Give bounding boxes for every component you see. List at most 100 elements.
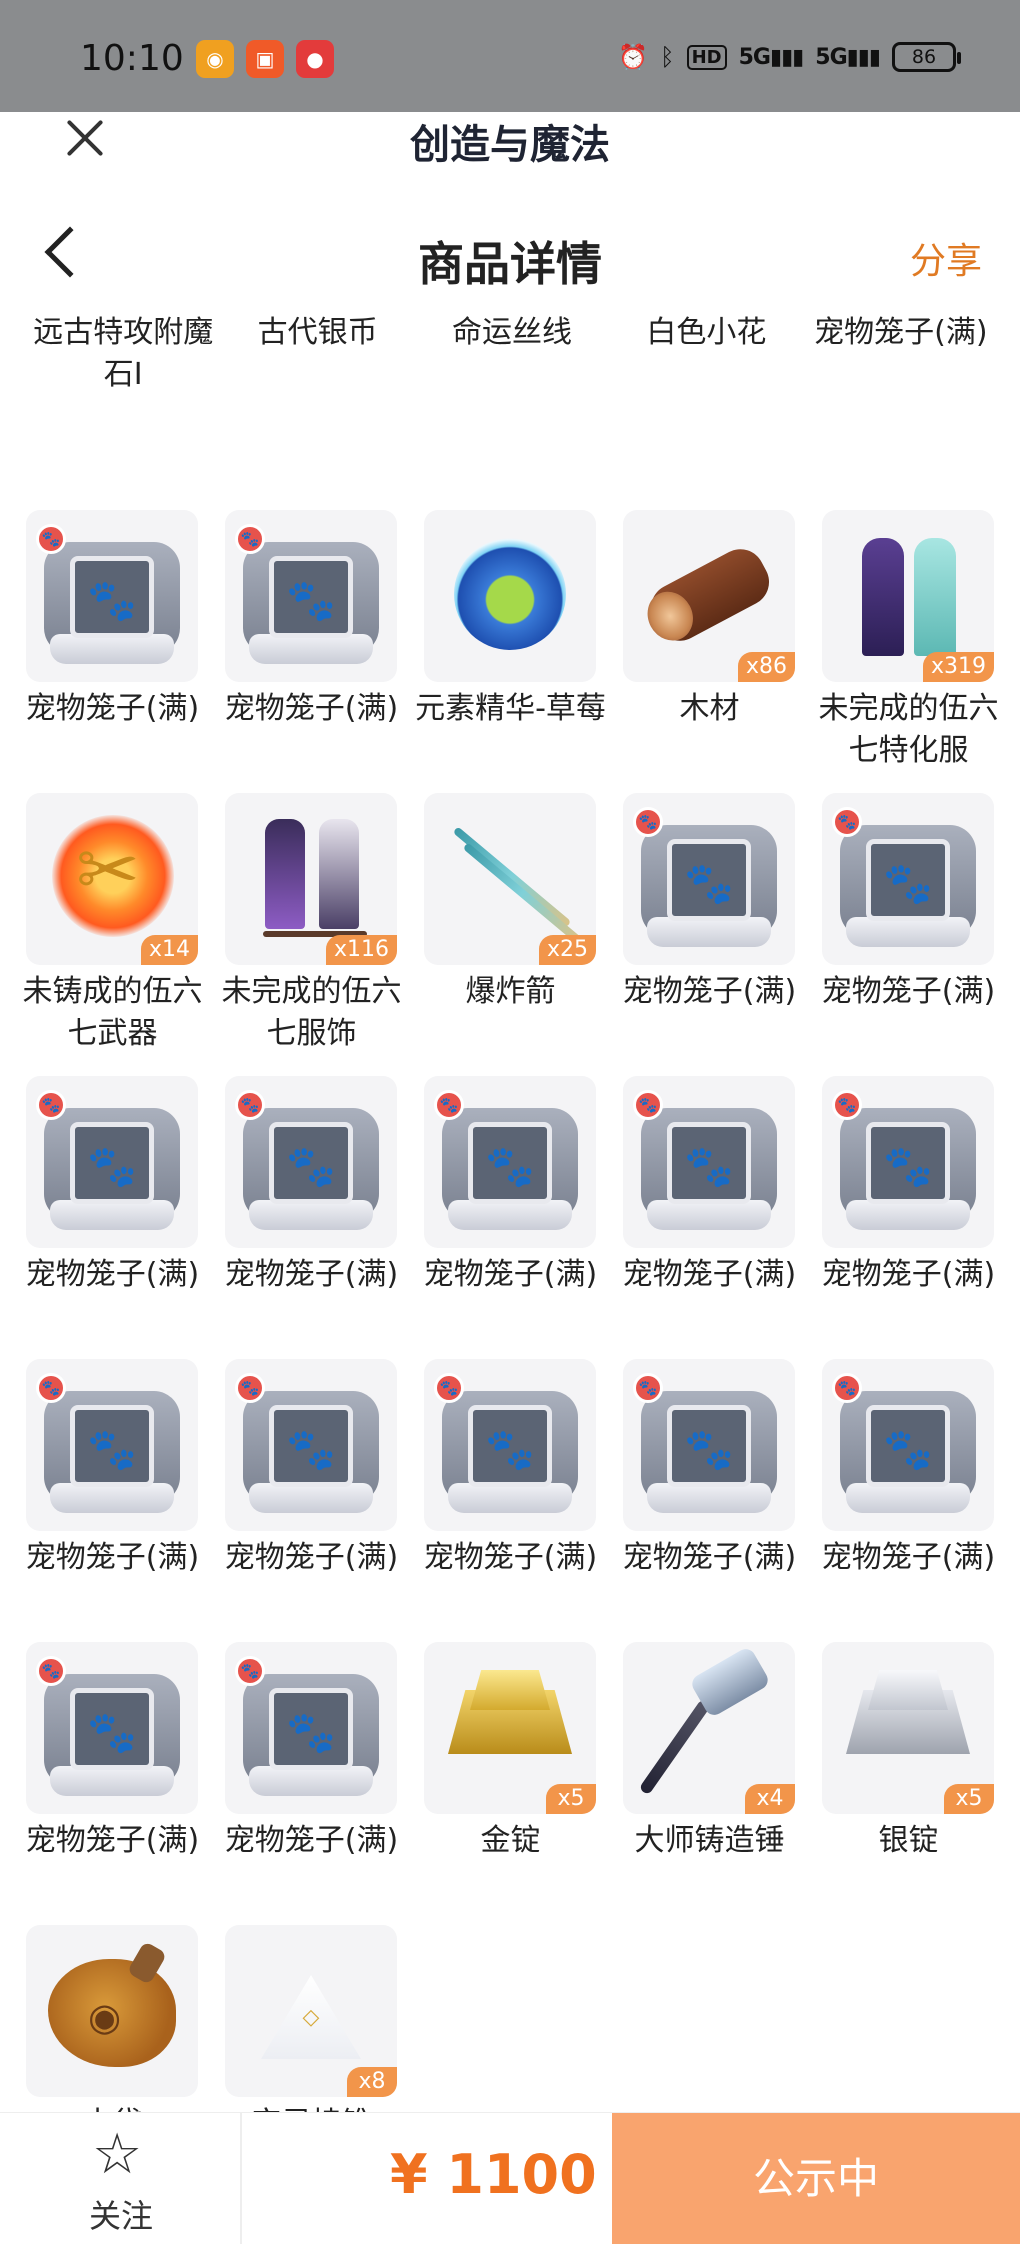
item-card[interactable]: 🐾 🐾 宠物笼子(满) xyxy=(424,1076,597,1296)
wood-log-icon xyxy=(642,540,778,650)
item-thumbnail: x14 xyxy=(26,793,198,965)
scissors-weapon-icon xyxy=(52,815,174,937)
item-card[interactable]: 🐾 🐾 宠物笼子(满) xyxy=(225,1076,398,1296)
status-bar: 10:10 ◉ ▣ ● ⏰ ᛒ HD 5G▮▮▮ 5G▮▮▮ 86 xyxy=(0,0,1020,112)
item-thumbnail: 🐾 🐾 xyxy=(822,793,994,965)
item-thumbnail: 🐾 🐾 xyxy=(225,1076,397,1248)
item-label: 宠物笼子(满) xyxy=(25,691,200,726)
pet-cage-icon: 🐾 🐾 xyxy=(633,807,777,947)
item-card[interactable]: x5 金锭 xyxy=(424,1642,596,1862)
item-label: 宠物笼子(满) xyxy=(821,974,996,1009)
hd-voice-icon: HD xyxy=(686,44,727,70)
arrow-icon xyxy=(452,826,572,928)
item-card[interactable]: x5 银锭 xyxy=(822,1642,994,1862)
pet-cage-icon: 🐾 🐾 xyxy=(832,807,976,947)
item-label: 未铸成的伍六七武器 xyxy=(22,974,203,1051)
item-card[interactable]: 🐾 🐾 宠物笼子(满) xyxy=(623,793,796,1013)
item-card[interactable]: x4 大师铸造锤 xyxy=(623,1642,795,1862)
item-card[interactable]: 🐾 🐾 宠物笼子(满) xyxy=(822,1076,995,1296)
quantity-badge: x5 xyxy=(546,1784,596,1814)
pet-cage-icon: 🐾 🐾 xyxy=(832,1090,976,1230)
item-thumbnail: x25 xyxy=(424,793,596,965)
pet-cage-icon: 🐾 🐾 xyxy=(36,1373,180,1513)
item-label: 宠物笼子(满) xyxy=(821,1540,996,1575)
bluetooth-icon: ᛒ xyxy=(660,43,675,71)
water-pouch-icon xyxy=(48,1959,176,2067)
pet-cage-icon: 🐾 🐾 xyxy=(235,1373,379,1513)
pet-cage-icon: 🐾 🐾 xyxy=(235,524,379,664)
item-label: 远古特攻附魔石I xyxy=(33,315,214,392)
quantity-badge: x4 xyxy=(745,1784,795,1814)
share-button[interactable]: 分享 xyxy=(910,232,982,284)
item-label: 宠物笼子(满) xyxy=(25,1540,200,1575)
item-thumbnail: ◇ x8 xyxy=(225,1925,397,2097)
item-thumbnail: 🐾 🐾 xyxy=(623,1076,795,1248)
item-label: 木材 xyxy=(679,691,740,726)
pet-cage-icon: 🐾 🐾 xyxy=(434,1090,578,1230)
item-card[interactable]: x25 爆炸箭 xyxy=(424,793,596,1013)
item-label: 宠物笼子(满) xyxy=(821,1257,996,1292)
item-card[interactable]: x86 木材 xyxy=(623,510,795,730)
item-grid: 远古特攻附魔石I 古代银币 命运丝线 白色小花 宠物笼子(满) 🐾 🐾 宠物笼子(满… xyxy=(23,312,999,2141)
follow-button[interactable]: ☆ 关注 xyxy=(0,2113,242,2244)
star-icon: ☆ xyxy=(92,2122,143,2187)
item-card[interactable]: 🐾 🐾 宠物笼子(满) xyxy=(26,1642,199,1862)
partial-row-labels: 远古特攻附魔石I 古代银币 命运丝线 白色小花 宠物笼子(满) xyxy=(26,312,998,396)
item-thumbnail: 🐾 🐾 xyxy=(225,510,397,682)
item-card[interactable]: 🐾 🐾 宠物笼子(满) xyxy=(225,1642,398,1862)
item-label: 宠物笼子(满) xyxy=(224,1823,399,1858)
pet-cage-icon: 🐾 🐾 xyxy=(235,1090,379,1230)
item-label: 宠物笼子(满) xyxy=(622,1540,797,1575)
item-card[interactable]: x116 未完成的伍六七服饰 xyxy=(222,793,402,1055)
quantity-badge: x319 xyxy=(922,652,994,682)
pet-cage-icon: 🐾 🐾 xyxy=(633,1373,777,1513)
costume-stand-icon xyxy=(265,819,305,929)
item-card[interactable]: 🐾 🐾 宠物笼子(满) xyxy=(424,1359,597,1579)
item-card[interactable]: 🐾 🐾 宠物笼子(满) xyxy=(225,1359,398,1579)
signal-icon-2: 5G▮▮▮ xyxy=(815,44,881,70)
alarm-icon: ⏰ xyxy=(618,43,649,71)
status-indicators: ⏰ ᛒ HD 5G▮▮▮ 5G▮▮▮ 86 xyxy=(618,42,961,72)
item-card[interactable]: x14 未铸成的伍六七武器 xyxy=(23,793,203,1055)
bottom-bar: ☆ 关注 ¥ 1100 公示中 xyxy=(0,2112,1020,2244)
item-thumbnail xyxy=(424,510,596,682)
quantity-badge: x25 xyxy=(538,935,596,965)
page-header: 商品详情 分享 xyxy=(0,220,1020,300)
quantity-badge: x116 xyxy=(325,935,397,965)
item-card[interactable]: 🐾 🐾 宠物笼子(满) xyxy=(26,1076,199,1296)
item-thumbnail: x5 xyxy=(822,1642,994,1814)
signal-icon: 5G▮▮▮ xyxy=(738,44,805,70)
quantity-badge: x8 xyxy=(347,2067,397,2097)
pet-cage-icon: 🐾 🐾 xyxy=(36,1656,180,1796)
item-label: 银锭 xyxy=(878,1823,939,1858)
item-thumbnail: x86 xyxy=(623,510,795,682)
item-card[interactable]: 🐾 🐾 宠物笼子(满) xyxy=(26,510,199,730)
item-thumbnail: 🐾 🐾 xyxy=(424,1359,596,1531)
item-card[interactable]: 🐾 🐾 宠物笼子(满) xyxy=(623,1359,796,1579)
kuaishou-app-icon: ▣ xyxy=(246,40,284,78)
item-label: 大师铸造锤 xyxy=(634,1823,785,1858)
publicity-status-button[interactable]: 公示中 xyxy=(612,2113,1020,2244)
item-card[interactable]: 🐾 🐾 宠物笼子(满) xyxy=(623,1076,796,1296)
item-label: 宠物笼子(满) xyxy=(224,1540,399,1575)
follow-label: 关注 xyxy=(88,2197,153,2235)
item-thumbnail xyxy=(26,1925,198,2097)
pet-cage-icon: 🐾 🐾 xyxy=(36,1090,180,1230)
item-label: 元素精华-草莓 xyxy=(415,691,606,726)
item-card[interactable]: 🐾 🐾 宠物笼子(满) xyxy=(26,1359,199,1579)
element-essence-icon xyxy=(454,538,566,650)
pet-cage-icon: 🐾 🐾 xyxy=(434,1373,578,1513)
item-label: 宠物笼子(满) xyxy=(622,974,797,1009)
item-card[interactable]: 🐾 🐾 宠物笼子(满) xyxy=(822,793,995,1013)
status-time: 10:10 xyxy=(80,38,184,79)
item-label: 命运丝线 xyxy=(452,315,573,350)
item-label: 宠物笼子(满) xyxy=(622,1257,797,1292)
item-label: 未完成的伍六七特化服 xyxy=(818,691,999,768)
item-card[interactable]: x319 未完成的伍六七特化服 xyxy=(819,510,999,772)
item-card[interactable]: 元素精华-草莓 xyxy=(415,510,606,730)
weibo-app-icon: ◉ xyxy=(196,40,234,78)
pet-cage-icon: 🐾 🐾 xyxy=(832,1373,976,1513)
price: ¥ 1100 xyxy=(390,2143,597,2206)
item-card[interactable]: 🐾 🐾 宠物笼子(满) xyxy=(225,510,398,730)
item-card[interactable]: 🐾 🐾 宠物笼子(满) xyxy=(822,1359,995,1579)
